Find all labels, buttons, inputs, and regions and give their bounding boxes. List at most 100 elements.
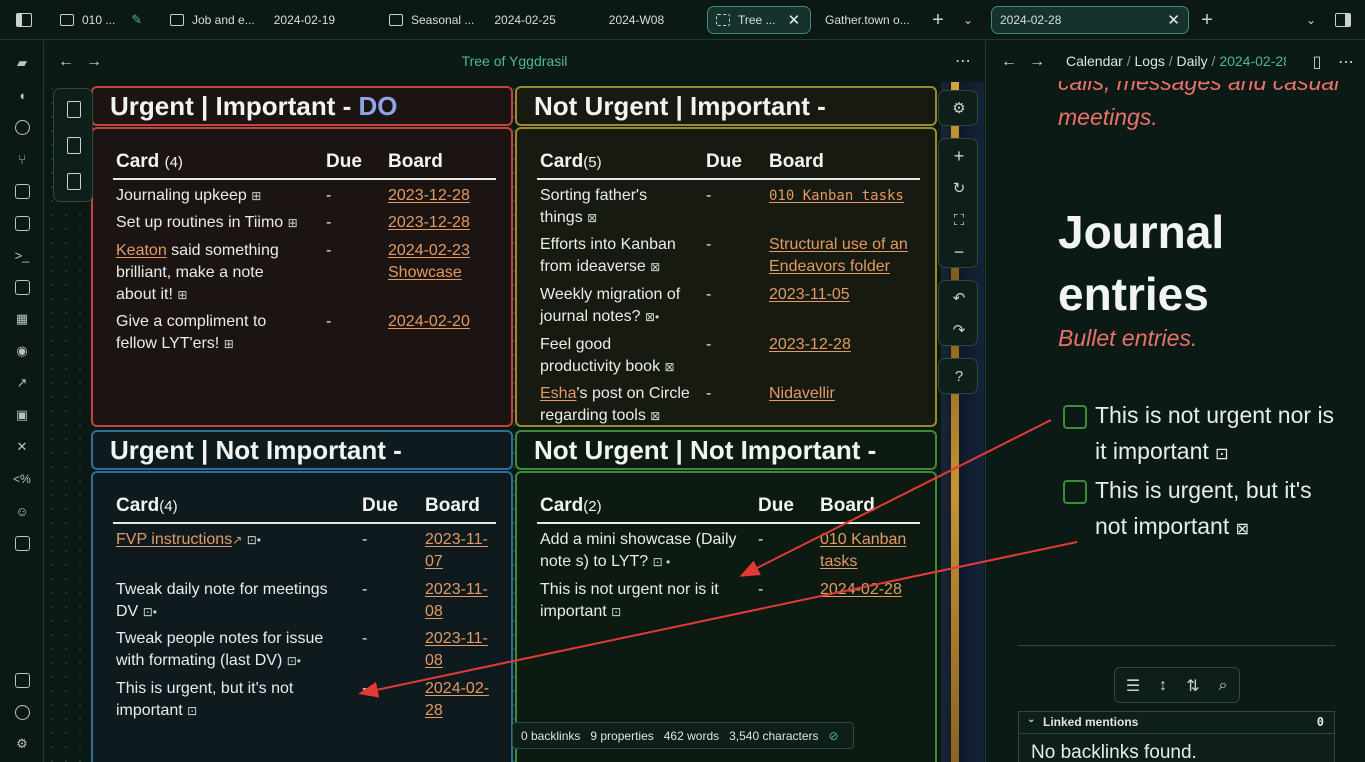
breadcrumb-item[interactable]: Daily <box>1177 53 1208 69</box>
canvas-settings: ⚙ <box>938 90 978 126</box>
q1-card[interactable]: Card (4) Due Board Journaling upkeep ⊞ -… <box>91 127 513 427</box>
vault-icon[interactable] <box>12 670 32 690</box>
board-link[interactable]: 2023-11-08 <box>425 579 495 623</box>
undo-icon[interactable]: ↶ <box>949 288 969 308</box>
expand-icon[interactable]: ↕ <box>1153 676 1173 696</box>
q2-card[interactable]: Card(5) Due Board Sorting father's thing… <box>515 127 937 427</box>
q4-header[interactable]: Not Urgent | Not Important - <box>515 430 937 470</box>
properties-count[interactable]: 9 properties <box>590 729 653 743</box>
chevron-down-icon[interactable]: ⌄ <box>1302 10 1320 30</box>
q4-card[interactable]: Card(2) Due Board Add a mini showcase (D… <box>515 471 937 762</box>
board-link[interactable]: 2024-02-28 <box>425 678 495 722</box>
settings-icon[interactable]: ⚙ <box>949 98 969 118</box>
template-icon[interactable]: <% <box>12 469 32 489</box>
board-link[interactable]: 010 Kanban tasks <box>820 529 915 573</box>
breadcrumb-item[interactable]: Logs <box>1135 53 1165 69</box>
board-link[interactable]: 2023-12-28 <box>769 334 851 356</box>
board-link[interactable]: 2023-11-05 <box>769 284 850 306</box>
forward-arrow-icon[interactable]: → <box>1028 53 1046 71</box>
close-icon[interactable]: ✕ <box>1167 11 1180 29</box>
q3-header[interactable]: Urgent | Not Important - <box>91 430 513 470</box>
new-tab-icon[interactable]: + <box>929 9 947 31</box>
tab-daily-note[interactable]: 2024-02-28 ✕ <box>991 6 1189 34</box>
backlinks-count[interactable]: 0 backlinks <box>521 729 580 743</box>
search-icon[interactable]: ⌕ <box>1213 676 1233 696</box>
layout-icon[interactable] <box>12 277 32 297</box>
external-link[interactable]: FVP instructions <box>116 531 232 548</box>
tab-bar: 010 ... ✎ Job and e... 2024-02-19 Season… <box>0 0 1365 40</box>
pin-icon[interactable]: ✎ <box>131 12 142 28</box>
board-link[interactable]: 2024-02-20 <box>388 311 470 333</box>
add-file-icon[interactable] <box>64 135 84 155</box>
board-link[interactable]: 010 Kanban tasks <box>769 185 919 207</box>
zoom-out-icon[interactable]: − <box>949 242 969 262</box>
graph-icon[interactable]: ⑂ <box>12 149 32 169</box>
calendar-icon[interactable] <box>12 533 32 553</box>
tab-label: Seasonal ... <box>411 13 475 27</box>
arrow-up-right-icon[interactable]: ↗ <box>12 373 32 393</box>
smile-icon[interactable]: ☺ <box>12 501 32 521</box>
task-item: This is not urgent nor is it important ⊡ <box>1095 402 1335 464</box>
tools-icon[interactable]: ✕ <box>12 437 32 457</box>
new-tab-icon[interactable]: + <box>1198 9 1216 31</box>
copy-icon[interactable] <box>12 213 32 233</box>
board-link[interactable]: 2024-02-28 <box>820 579 902 601</box>
chevron-down-icon[interactable]: ⌄ <box>959 10 977 30</box>
person-link[interactable]: Keaton <box>116 242 167 259</box>
fit-view-icon[interactable]: ⛶ <box>949 210 969 230</box>
task-checkbox[interactable] <box>1063 480 1087 504</box>
redo-icon[interactable]: ↷ <box>949 320 969 340</box>
dashboard-icon[interactable]: ▦ <box>12 309 32 329</box>
board-link[interactable]: Nidavellir <box>769 383 835 405</box>
settings-icon[interactable]: ⚙ <box>12 734 32 754</box>
back-arrow-icon[interactable]: ← <box>1000 53 1018 71</box>
map-icon[interactable]: ▰ <box>12 53 32 73</box>
table-row-due: - <box>362 630 368 647</box>
help-icon[interactable]: ? <box>949 366 969 386</box>
reset-zoom-icon[interactable]: ↻ <box>949 178 969 198</box>
table-row-due: - <box>706 336 712 353</box>
linked-mentions-header[interactable]: ⌄ Linked mentions 0 <box>1019 712 1334 734</box>
more-options-icon[interactable]: ⋯ <box>953 51 973 71</box>
q2-title: Not Urgent | Important - <box>534 90 826 121</box>
q1-header[interactable]: Urgent | Important - DO <box>91 86 513 126</box>
tab-gather[interactable]: Gather.town o... <box>825 0 910 40</box>
file-sync-icon[interactable] <box>12 181 32 201</box>
q2-header[interactable]: Not Urgent | Important - <box>515 86 937 126</box>
header-rule <box>113 178 496 180</box>
table-row-due: - <box>758 531 764 548</box>
right-sidebar-toggle-icon[interactable] <box>1333 11 1353 29</box>
tab-seasonal[interactable]: Seasonal ... 2024-02-25 2024-W08 <box>389 0 664 40</box>
map-pin-icon[interactable]: ◉ <box>12 341 32 361</box>
col-header-due: Due <box>706 151 742 172</box>
board-link[interactable]: 2024-02-23 Showcase <box>388 240 483 284</box>
help-icon[interactable] <box>12 702 32 722</box>
board-link[interactable]: 2023-11-08 <box>425 628 495 672</box>
add-media-icon[interactable] <box>64 171 84 191</box>
tab-010-kanban[interactable]: 010 ... ✎ <box>60 0 142 40</box>
board-link[interactable]: 2023-12-28 <box>388 185 470 207</box>
task-checkbox[interactable] <box>1063 405 1087 429</box>
microphone-icon[interactable]: ◖ <box>12 85 32 105</box>
add-note-icon[interactable] <box>64 99 84 119</box>
list-icon[interactable]: ☰ <box>1123 676 1143 696</box>
database-icon[interactable] <box>12 117 32 137</box>
tab-job[interactable]: Job and e... 2024-02-19 <box>170 0 335 40</box>
reading-mode-icon[interactable]: ▯ <box>1307 52 1327 72</box>
q3-card[interactable]: Card(4) Due Board FVP instructions↗ ⊡• -… <box>91 471 513 762</box>
more-options-icon[interactable]: ⋯ <box>1336 52 1356 72</box>
zoom-in-icon[interactable]: + <box>949 146 969 166</box>
close-icon[interactable]: ✕ <box>788 11 801 29</box>
board-link[interactable]: Structural use of an Endeavors folder <box>769 234 914 278</box>
sidebar-toggle-icon[interactable] <box>14 11 34 29</box>
board-link[interactable]: 2023-12-28 <box>388 212 470 234</box>
presentation-icon[interactable]: ▣ <box>12 405 32 425</box>
person-link[interactable]: Esha <box>540 385 576 402</box>
terminal-icon[interactable]: >_ <box>12 245 32 265</box>
table-row-card: Esha's post on Circle regarding tools ⊠ <box>540 385 690 424</box>
sync-status-icon[interactable]: ⊘ <box>829 729 839 743</box>
breadcrumb-item[interactable]: Calendar <box>1066 53 1123 69</box>
tab-tree[interactable]: Tree ... ✕ <box>707 6 811 34</box>
board-link[interactable]: 2023-11-07 <box>425 529 495 573</box>
sort-icon[interactable]: ⇅ <box>1183 676 1203 696</box>
